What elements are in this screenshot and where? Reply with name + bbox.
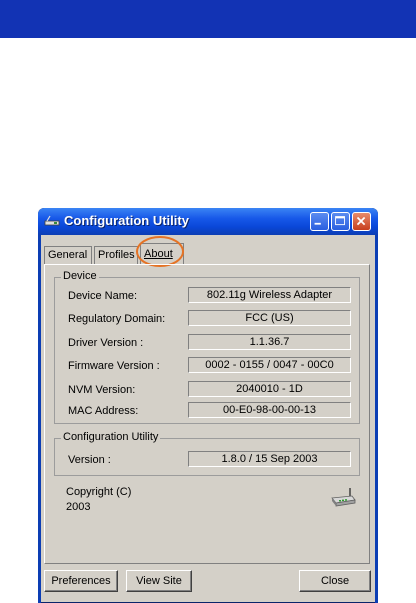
driver-version-value: 1.1.36.7 — [188, 334, 351, 350]
window-left-border — [38, 235, 41, 603]
version-label: Version : — [68, 454, 111, 466]
minimize-icon — [314, 222, 321, 225]
device-name-value: 802.11g Wireless Adapter — [188, 287, 351, 303]
copyright-line-2: 2003 — [66, 501, 91, 513]
minimize-button[interactable] — [310, 212, 329, 231]
close-button[interactable]: Close — [299, 570, 371, 592]
firmware-version-value: 0002 - 0155 / 0047 - 00C0 — [188, 357, 351, 373]
driver-version-label: Driver Version : — [68, 337, 144, 349]
top-color-band — [0, 0, 416, 38]
mac-address-label: MAC Address: — [68, 405, 139, 417]
tab-about[interactable]: About — [140, 243, 184, 265]
regulatory-domain-label: Regulatory Domain: — [68, 313, 166, 325]
wireless-router-icon — [331, 488, 356, 507]
maximize-icon — [335, 216, 345, 226]
nvm-version-label: NVM Version: — [68, 384, 136, 396]
maximize-button[interactable] — [331, 212, 350, 231]
view-site-button[interactable]: View Site — [126, 570, 192, 592]
device-group-legend: Device — [61, 270, 99, 282]
preferences-button[interactable]: Preferences — [44, 570, 118, 592]
version-value: 1.8.0 / 15 Sep 2003 — [188, 451, 351, 467]
firmware-version-label: Firmware Version : — [68, 360, 160, 372]
mac-address-value: 00-E0-98-00-00-13 — [188, 402, 351, 418]
tab-profiles[interactable]: Profiles — [94, 246, 138, 264]
window-title: Configuration Utility — [64, 213, 189, 228]
regulatory-domain-value: FCC (US) — [188, 310, 351, 326]
title-bar[interactable]: Configuration Utility — [38, 208, 378, 235]
wireless-card-icon — [44, 215, 60, 226]
close-icon — [356, 216, 366, 226]
nvm-version-value: 2040010 - 1D — [188, 381, 351, 397]
tab-general[interactable]: General — [44, 246, 92, 264]
config-utility-group-legend: Configuration Utility — [61, 431, 161, 443]
close-window-button[interactable] — [352, 212, 371, 231]
configuration-utility-window: Configuration Utility General Profiles A… — [38, 208, 378, 603]
window-right-border — [375, 235, 378, 603]
copyright-line-1: Copyright (C) — [66, 486, 132, 498]
device-name-label: Device Name: — [68, 290, 138, 302]
